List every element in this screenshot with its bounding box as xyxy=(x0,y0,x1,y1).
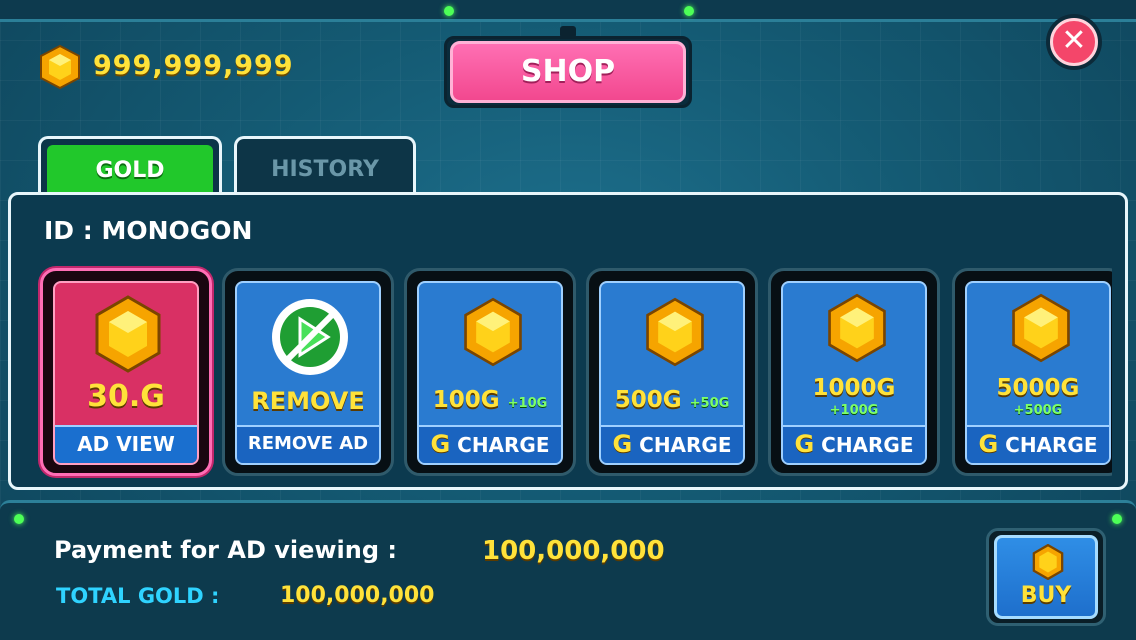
card-face: 30.G AD VIEW xyxy=(53,281,199,465)
payment-label: Payment for AD viewing : xyxy=(54,536,397,564)
gold-g-icon: G xyxy=(612,430,633,458)
gold-g-icon: G xyxy=(430,430,451,458)
gold-gem-icon xyxy=(828,293,886,363)
buy-button[interactable]: BUY xyxy=(994,535,1098,619)
card-amount: 1000G xyxy=(812,375,896,401)
gold-gem-icon xyxy=(464,297,522,367)
card-amount-value: 500G xyxy=(614,387,682,413)
gold-gem-icon xyxy=(40,44,80,90)
card-bonus: +10G xyxy=(507,396,548,411)
shop-card-ad-view[interactable]: 30.G AD VIEW xyxy=(40,268,212,476)
total-gold-label: TOTAL GOLD : xyxy=(56,584,220,608)
card-amount: REMOVE xyxy=(251,387,365,415)
shop-card-100g[interactable]: 100G +10G G CHARGE xyxy=(404,268,576,476)
close-icon: ✕ xyxy=(1050,18,1098,66)
gold-gem-icon xyxy=(646,297,704,367)
gold-g-icon: G xyxy=(794,430,815,458)
indicator-light xyxy=(1112,514,1122,524)
total-gold-value: 100,000,000 xyxy=(280,583,435,608)
charge-button[interactable]: G CHARGE xyxy=(419,425,561,463)
remove-ad-button[interactable]: REMOVE AD xyxy=(237,425,379,463)
card-face: 1000G +100G G CHARGE xyxy=(781,281,927,465)
top-frame xyxy=(0,0,1136,22)
charge-label: CHARGE xyxy=(1005,433,1098,457)
user-id-label: ID : MONOGON xyxy=(44,216,253,245)
card-face: 100G +10G G CHARGE xyxy=(417,281,563,465)
card-amount: 5000G xyxy=(996,375,1080,401)
charge-button[interactable]: G CHARGE xyxy=(783,425,925,463)
indicator-light xyxy=(444,6,454,16)
card-face: REMOVE REMOVE AD xyxy=(235,281,381,465)
shop-card-500g[interactable]: 500G +50G G CHARGE xyxy=(586,268,758,476)
payment-value: 100,000,000 xyxy=(482,536,665,566)
card-amount: 30.G xyxy=(87,379,165,414)
no-ad-play-icon xyxy=(272,299,348,375)
charge-label: CHARGE xyxy=(457,433,550,457)
purchase-summary-panel xyxy=(0,500,1136,640)
card-bonus: +50G xyxy=(689,396,730,411)
gold-g-icon: G xyxy=(978,430,999,458)
buy-label: BUY xyxy=(1020,583,1072,608)
charge-button[interactable]: G CHARGE xyxy=(601,425,743,463)
shop-card-5000g[interactable]: 5000G +500G G CHARGE xyxy=(952,268,1112,476)
card-amount: 500G +50G xyxy=(601,387,743,413)
card-amount-value: 100G xyxy=(432,387,500,413)
charge-label: CHARGE xyxy=(639,433,732,457)
shop-card-1000g[interactable]: 1000G +100G G CHARGE xyxy=(768,268,940,476)
gold-balance: 999,999,999 xyxy=(93,50,294,81)
card-clip-region: 5000G +500G G CHARGE xyxy=(952,268,1112,476)
charge-label: CHARGE xyxy=(821,433,914,457)
indicator-light xyxy=(684,6,694,16)
charge-button[interactable]: G CHARGE xyxy=(967,425,1109,463)
tab-gold[interactable]: GOLD xyxy=(38,136,222,196)
gold-gem-icon xyxy=(1032,544,1064,580)
shop-card-remove-ad[interactable]: REMOVE REMOVE AD xyxy=(222,268,394,476)
indicator-light xyxy=(14,514,24,524)
gold-gem-icon xyxy=(1012,293,1070,363)
tab-history[interactable]: HISTORY xyxy=(234,136,416,196)
shop-title: SHOP xyxy=(450,41,686,103)
card-amount: 100G +10G xyxy=(419,387,561,413)
tab-gold-label: GOLD xyxy=(47,145,213,196)
card-bonus: +100G xyxy=(829,403,879,418)
close-button[interactable]: ✕ xyxy=(1046,14,1102,70)
gold-gem-icon xyxy=(95,295,161,373)
card-bonus: +500G xyxy=(1013,403,1063,418)
card-face: 500G +50G G CHARGE xyxy=(599,281,745,465)
ad-view-button[interactable]: AD VIEW xyxy=(55,425,197,463)
card-face: 5000G +500G G CHARGE xyxy=(965,281,1111,465)
